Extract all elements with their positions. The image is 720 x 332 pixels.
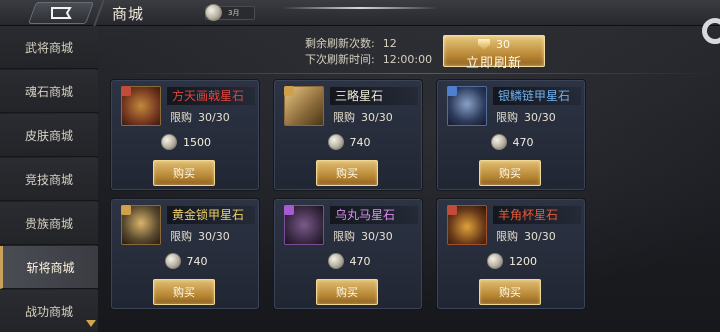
- top-decor-line: [282, 7, 438, 9]
- item-limit: 限购 30/30: [496, 228, 556, 244]
- item-price: 470: [275, 252, 423, 270]
- item-price-value: 1200: [509, 254, 537, 268]
- refresh-cost: 30: [496, 38, 510, 51]
- sidebar-item-skin-shop[interactable]: 皮肤商城: [0, 114, 98, 157]
- refresh-button-label: 立即刷新: [465, 56, 522, 71]
- refresh-remaining-value: 12: [382, 37, 397, 50]
- sidebar-item-arena-shop[interactable]: 竞技商城: [0, 158, 98, 201]
- shop-item-card: 三略星石 限购 30/30 740 购买: [274, 80, 422, 190]
- item-limit-value: 30/30: [198, 230, 230, 243]
- item-limit-label: 限购: [333, 230, 355, 243]
- item-limit-value: 30/30: [524, 230, 556, 243]
- sidebar-item-merit-shop[interactable]: 战功商城: [0, 290, 98, 332]
- puzzle-piece-icon: [447, 205, 457, 215]
- sidebar-item-label: 战功商城: [24, 304, 73, 319]
- buy-button[interactable]: 购买: [479, 279, 541, 305]
- item-price-value: 1500: [183, 135, 211, 149]
- silver-coin-icon: [164, 253, 181, 269]
- item-price: 740: [112, 252, 260, 270]
- shop-item-card: 乌丸马星石 限购 30/30 470 购买: [274, 199, 422, 309]
- item-limit: 限购 30/30: [170, 228, 230, 244]
- silver-coin-icon: [161, 134, 177, 150]
- item-limit-value: 30/30: [198, 111, 230, 124]
- item-price: 1500: [112, 133, 260, 151]
- item-limit: 限购 30/30: [496, 109, 556, 125]
- refresh-remaining-row: 剩余刷新次数: 12: [305, 36, 432, 52]
- back-button[interactable]: [27, 2, 95, 24]
- item-price-value: 470: [349, 254, 371, 268]
- silver-coin-icon: [490, 134, 507, 150]
- item-limit: 限购 30/30: [170, 109, 230, 125]
- buy-button[interactable]: 购买: [316, 279, 378, 305]
- refresh-next-label: 下次刷新时间:: [305, 53, 375, 66]
- item-limit-value: 30/30: [524, 111, 556, 124]
- item-name: 银鳞链甲星石: [493, 87, 581, 105]
- shop-item-card: 羊角杯星石 限购 30/30 1200 购买: [437, 199, 585, 309]
- refresh-info: 剩余刷新次数: 12 下次刷新时间: 12:00:00: [305, 36, 432, 68]
- refresh-cost-row: 30: [444, 37, 544, 52]
- puzzle-piece-icon: [284, 205, 294, 215]
- chevron-down-icon[interactable]: [86, 320, 96, 327]
- puzzle-piece-icon: [121, 86, 131, 96]
- shop-item-card: 方天画戟星石 限购 30/30 1500 购买: [111, 80, 259, 190]
- sidebar-item-general-shop[interactable]: 武将商城: [0, 26, 98, 69]
- silver-coin-icon: [205, 4, 222, 21]
- sidebar-item-label: 皮肤商城: [24, 128, 73, 143]
- buy-button[interactable]: 购买: [153, 279, 215, 305]
- sidebar-item-noble-shop[interactable]: 贵族商城: [0, 202, 98, 245]
- item-limit-label: 限购: [170, 111, 192, 124]
- item-name: 方天画戟星石: [167, 87, 255, 105]
- item-limit-value: 30/30: [361, 111, 393, 124]
- item-limit-value: 30/30: [361, 230, 393, 243]
- sidebar-item-label: 竞技商城: [24, 172, 73, 187]
- item-limit-label: 限购: [496, 230, 518, 243]
- page-title: 商城: [112, 5, 145, 23]
- item-limit-label: 限购: [496, 111, 518, 124]
- refresh-next-value: 12:00:00: [382, 53, 433, 66]
- item-name: 三略星石: [330, 87, 418, 105]
- item-name: 黄金锁甲星石: [167, 206, 255, 224]
- buy-button[interactable]: 购买: [479, 160, 541, 186]
- divider: [110, 73, 720, 74]
- item-price-value: 740: [349, 135, 371, 149]
- item-price-value: 470: [512, 135, 534, 149]
- sidebar-item-slay-shop[interactable]: 斩将商城: [0, 246, 98, 289]
- silver-coin-icon: [487, 253, 503, 269]
- sidebar-item-label: 魂石商城: [24, 84, 73, 99]
- sidebar-item-label: 斩将商城: [26, 260, 75, 275]
- item-name: 乌丸马星石: [330, 206, 418, 224]
- silver-coin-icon: [327, 134, 344, 150]
- item-price: 740: [275, 133, 423, 151]
- silver-coin-icon: [327, 253, 344, 269]
- sidebar: 武将商城 魂石商城 皮肤商城 竞技商城 贵族商城 斩将商城 战功商城: [0, 26, 98, 332]
- item-price-value: 740: [186, 254, 208, 268]
- item-limit-label: 限购: [170, 230, 192, 243]
- item-price: 1200: [438, 252, 586, 270]
- back-arrow-icon: [51, 7, 72, 19]
- buy-button[interactable]: 购买: [316, 160, 378, 186]
- item-limit: 限购 30/30: [333, 228, 393, 244]
- item-limit: 限购 30/30: [333, 109, 393, 125]
- shop-item-card: 银鳞链甲星石 限购 30/30 470 购买: [437, 80, 585, 190]
- buy-button[interactable]: 购买: [153, 160, 215, 186]
- refresh-now-button[interactable]: 30 立即刷新: [443, 35, 545, 71]
- title-separator: [93, 0, 105, 26]
- shop-item-card: 黄金锁甲星石 限购 30/30 740 购买: [111, 199, 259, 309]
- item-limit-label: 限购: [333, 111, 355, 124]
- sidebar-item-label: 武将商城: [24, 40, 73, 55]
- item-name: 羊角杯星石: [493, 206, 581, 224]
- puzzle-piece-icon: [284, 86, 294, 96]
- currency-value: 3月: [228, 9, 240, 17]
- top-bar: 商城 3月: [0, 0, 720, 26]
- sidebar-item-label: 贵族商城: [24, 216, 73, 231]
- refresh-next-row: 下次刷新时间: 12:00:00: [305, 52, 432, 68]
- refresh-remaining-label: 剩余刷新次数:: [305, 37, 375, 50]
- item-price: 470: [438, 133, 586, 151]
- sidebar-item-soulstone-shop[interactable]: 魂石商城: [0, 70, 98, 113]
- puzzle-piece-icon: [121, 205, 131, 215]
- puzzle-piece-icon: [447, 86, 457, 96]
- ingot-icon: [478, 39, 490, 50]
